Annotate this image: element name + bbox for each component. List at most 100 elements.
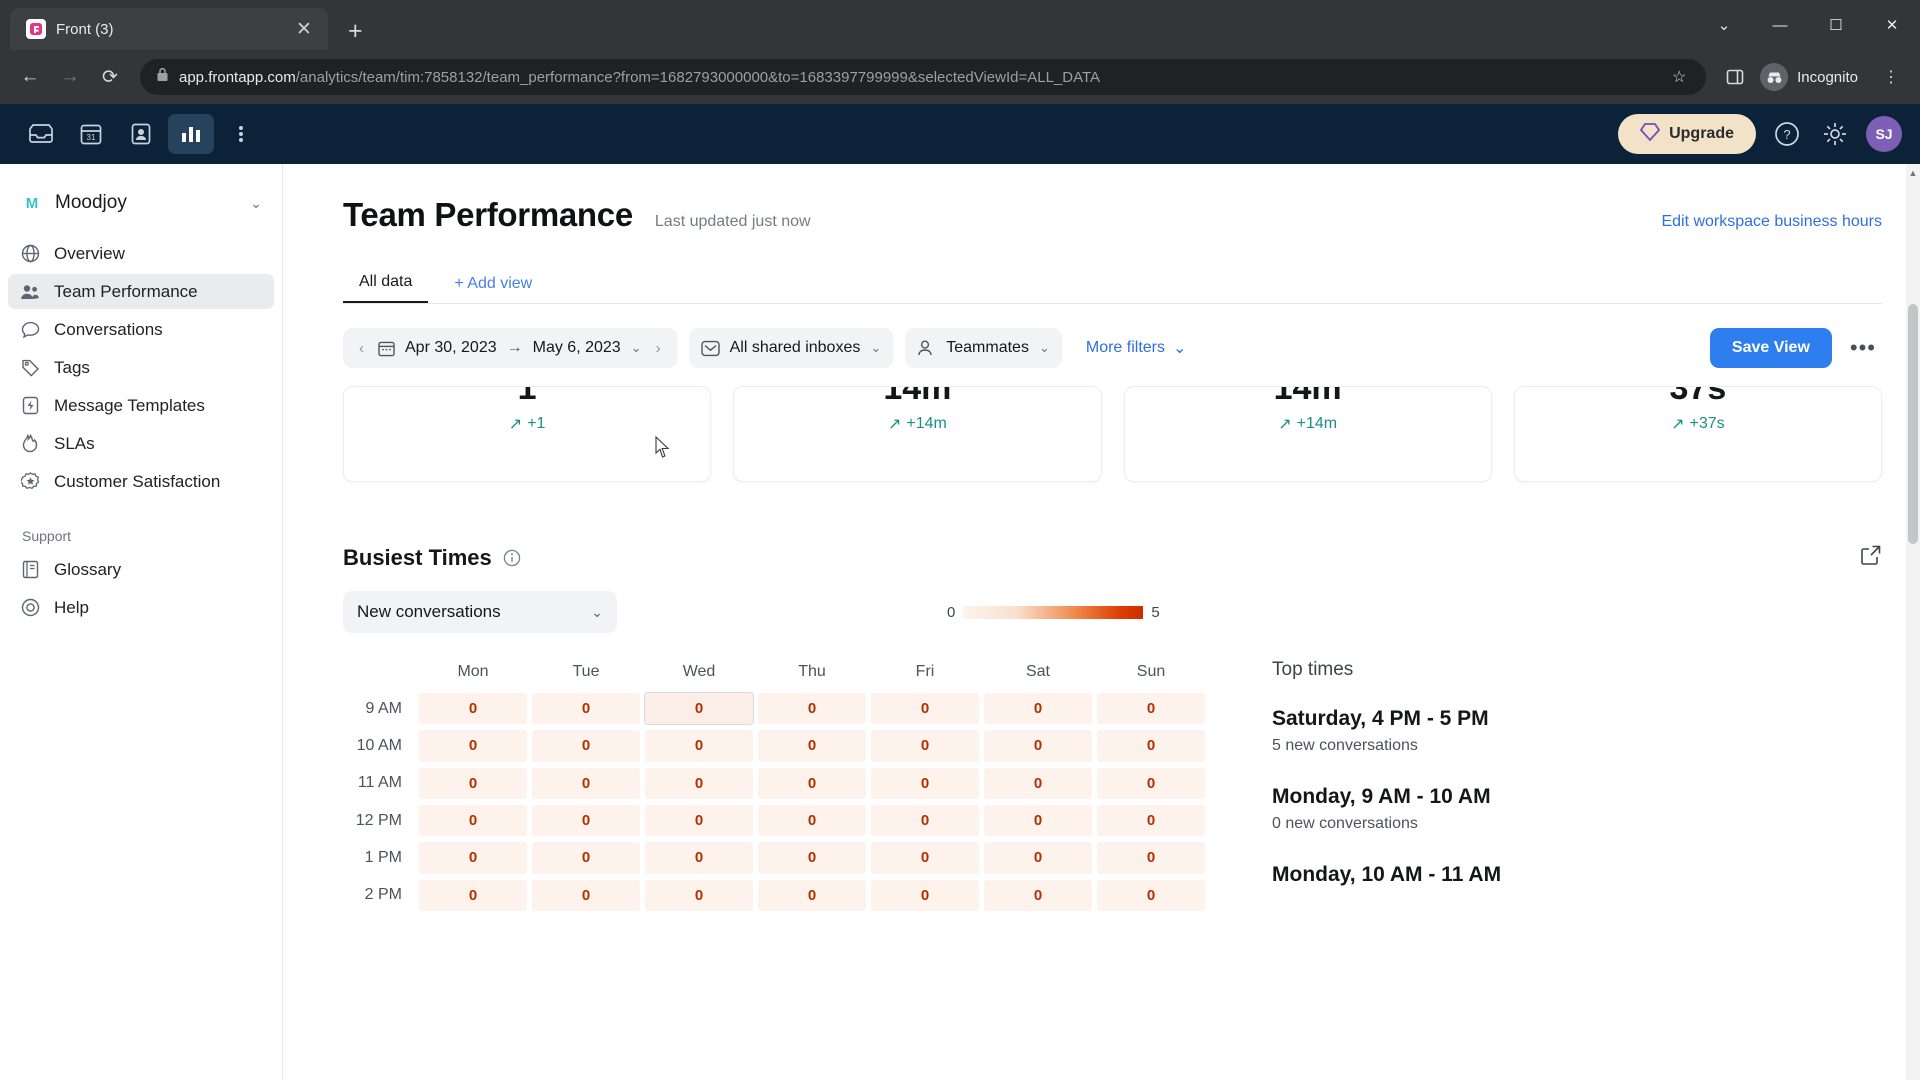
heatmap-cell[interactable]: 0 [1097,730,1205,762]
address-bar[interactable]: app.frontapp.com/analytics/team/tim:7858… [140,59,1707,95]
inbox-icon[interactable] [18,114,64,154]
heatmap-cell[interactable]: 0 [419,842,527,874]
heatmap-cell[interactable]: 0 [419,767,527,799]
avatar[interactable]: SJ [1866,116,1902,152]
scroll-up-icon[interactable]: ▲ [1906,166,1920,180]
back-icon[interactable]: ← [12,59,48,95]
next-period-icon[interactable]: › [652,340,665,357]
heatmap-cell[interactable]: 0 [984,879,1092,911]
forward-icon[interactable]: → [52,59,88,95]
heatmap-cell[interactable]: 0 [1097,804,1205,837]
heatmap-cell[interactable]: 0 [758,879,866,911]
heatmap-cell[interactable]: 0 [532,693,640,725]
heatmap-cell[interactable]: 0 [871,730,979,762]
save-view-button[interactable]: Save View [1709,328,1832,368]
heatmap-cell[interactable]: 0 [532,842,640,874]
sidebar-item-slas[interactable]: SLAs [8,426,274,461]
inbox-filter[interactable]: All shared inboxes ⌄ [688,328,894,368]
gear-icon[interactable] [1818,117,1852,151]
date-range-picker[interactable]: ‹ Apr 30, 2023 → May 6, 2023 ⌄ › [343,328,677,368]
close-icon[interactable]: ✕ [292,20,316,39]
more-filters-button[interactable]: More filters ⌄ [1086,338,1187,358]
metric-card[interactable]: 37s ↗ +37s [1513,386,1882,482]
heatmap-cell[interactable]: 0 [419,730,527,762]
chevron-down-icon[interactable]: ⌄ [1696,0,1752,50]
heatmap-cell[interactable]: 0 [984,767,1092,799]
external-link-icon[interactable] [1860,544,1882,571]
browser-tab-title: Front (3) [56,20,114,38]
heatmap-cell[interactable]: 0 [532,879,640,911]
minimize-icon[interactable]: — [1752,0,1808,50]
add-view-button[interactable]: + Add view [440,275,546,303]
heatmap-cell[interactable]: 0 [984,693,1092,725]
incognito-indicator[interactable]: Incognito [1756,59,1870,95]
reload-icon[interactable]: ⟳ [92,59,128,95]
page-header: Team Performance Last updated just now E… [343,164,1882,234]
sidebar-item-message-templates[interactable]: Message Templates [8,388,274,423]
metric-card[interactable]: 14m ↗ +14m [733,386,1102,482]
heatmap-cell[interactable]: 0 [758,804,866,837]
workspace-switcher[interactable]: M Moodjoy ⌄ [0,164,282,236]
heatmap-cell[interactable]: 0 [1097,842,1205,874]
heatmap-cell[interactable]: 0 [645,730,753,762]
heatmap-cell[interactable]: 0 [645,879,753,911]
heatmap-cell[interactable]: 0 [758,730,866,762]
help-icon[interactable]: ? [1770,117,1804,151]
heatmap-cell[interactable]: 0 [419,879,527,911]
maximize-icon[interactable]: ☐ [1808,0,1864,50]
window-close-icon[interactable]: ✕ [1864,0,1920,50]
heatmap-cell[interactable]: 0 [871,879,979,911]
heatmap-cell[interactable]: 0 [871,693,979,725]
sidebar-item-team-performance[interactable]: Team Performance [8,274,274,309]
heatmap-cell[interactable]: 0 [1097,767,1205,799]
analytics-icon[interactable] [168,114,214,154]
heatmap-cell[interactable]: 0 [532,730,640,762]
info-icon[interactable] [503,549,521,567]
browser-tab[interactable]: Front (3) ✕ [10,8,328,50]
heatmap-cell[interactable]: 0 [1097,879,1205,911]
heatmap-cell[interactable]: 0 [871,767,979,799]
heatmap-cell[interactable]: 0 [644,691,754,726]
heatmap-cell[interactable]: 0 [419,693,527,725]
metric-card[interactable]: 14m ↗ +14m [1123,386,1492,482]
heatmap-cell[interactable]: 0 [871,804,979,837]
heatmap-cell[interactable]: 0 [645,842,753,874]
tab-all-data[interactable]: All data [343,273,429,303]
sidebar-item-conversations[interactable]: Conversations [8,312,274,347]
heatmap-cell[interactable]: 0 [984,730,1092,762]
previous-period-icon[interactable]: ‹ [355,340,368,357]
heatmap-cell[interactable]: 0 [758,842,866,874]
vertical-scrollbar[interactable]: ▲ ▼ [1906,164,1920,1080]
heatmap-cell[interactable]: 0 [419,804,527,837]
overflow-menu-icon[interactable]: ••• [1844,335,1882,361]
edit-business-hours-link[interactable]: Edit workspace business hours [1661,213,1882,231]
heatmap-cell[interactable]: 0 [645,804,753,837]
chevron-down-icon[interactable]: ⌄ [631,340,642,356]
heatmap-cell[interactable]: 0 [532,767,640,799]
side-panel-icon[interactable] [1718,60,1752,94]
heatmap-cell[interactable]: 0 [1097,693,1205,725]
upgrade-button[interactable]: Upgrade [1618,114,1756,154]
sidebar-item-glossary[interactable]: Glossary [8,552,274,587]
heatmap-cell[interactable]: 0 [645,767,753,799]
calendar-icon[interactable]: 31 [68,114,114,154]
sidebar-item-customer-satisfaction[interactable]: Customer Satisfaction [8,464,274,499]
heatmap-cell[interactable]: 0 [871,842,979,874]
heatmap-cell[interactable]: 0 [758,693,866,725]
metric-select[interactable]: New conversations ⌄ [343,591,617,633]
scrollbar-thumb[interactable] [1908,304,1918,544]
sidebar-item-help[interactable]: Help [8,590,274,625]
metric-card[interactable]: 1 ↗ +1 [343,386,712,482]
contacts-icon[interactable] [118,114,164,154]
bookmark-star-icon[interactable]: ☆ [1662,60,1696,94]
heatmap-cell[interactable]: 0 [984,842,1092,874]
browser-menu-icon[interactable]: ⋮ [1874,60,1908,94]
teammates-filter[interactable]: Teammates ⌄ [905,328,1062,368]
heatmap-cell[interactable]: 0 [532,804,640,837]
more-icon[interactable] [218,114,264,154]
new-tab-button[interactable]: + [348,19,363,44]
heatmap-cell[interactable]: 0 [758,767,866,799]
heatmap-cell[interactable]: 0 [984,804,1092,837]
sidebar-item-tags[interactable]: Tags [8,350,274,385]
sidebar-item-overview[interactable]: Overview [8,236,274,271]
